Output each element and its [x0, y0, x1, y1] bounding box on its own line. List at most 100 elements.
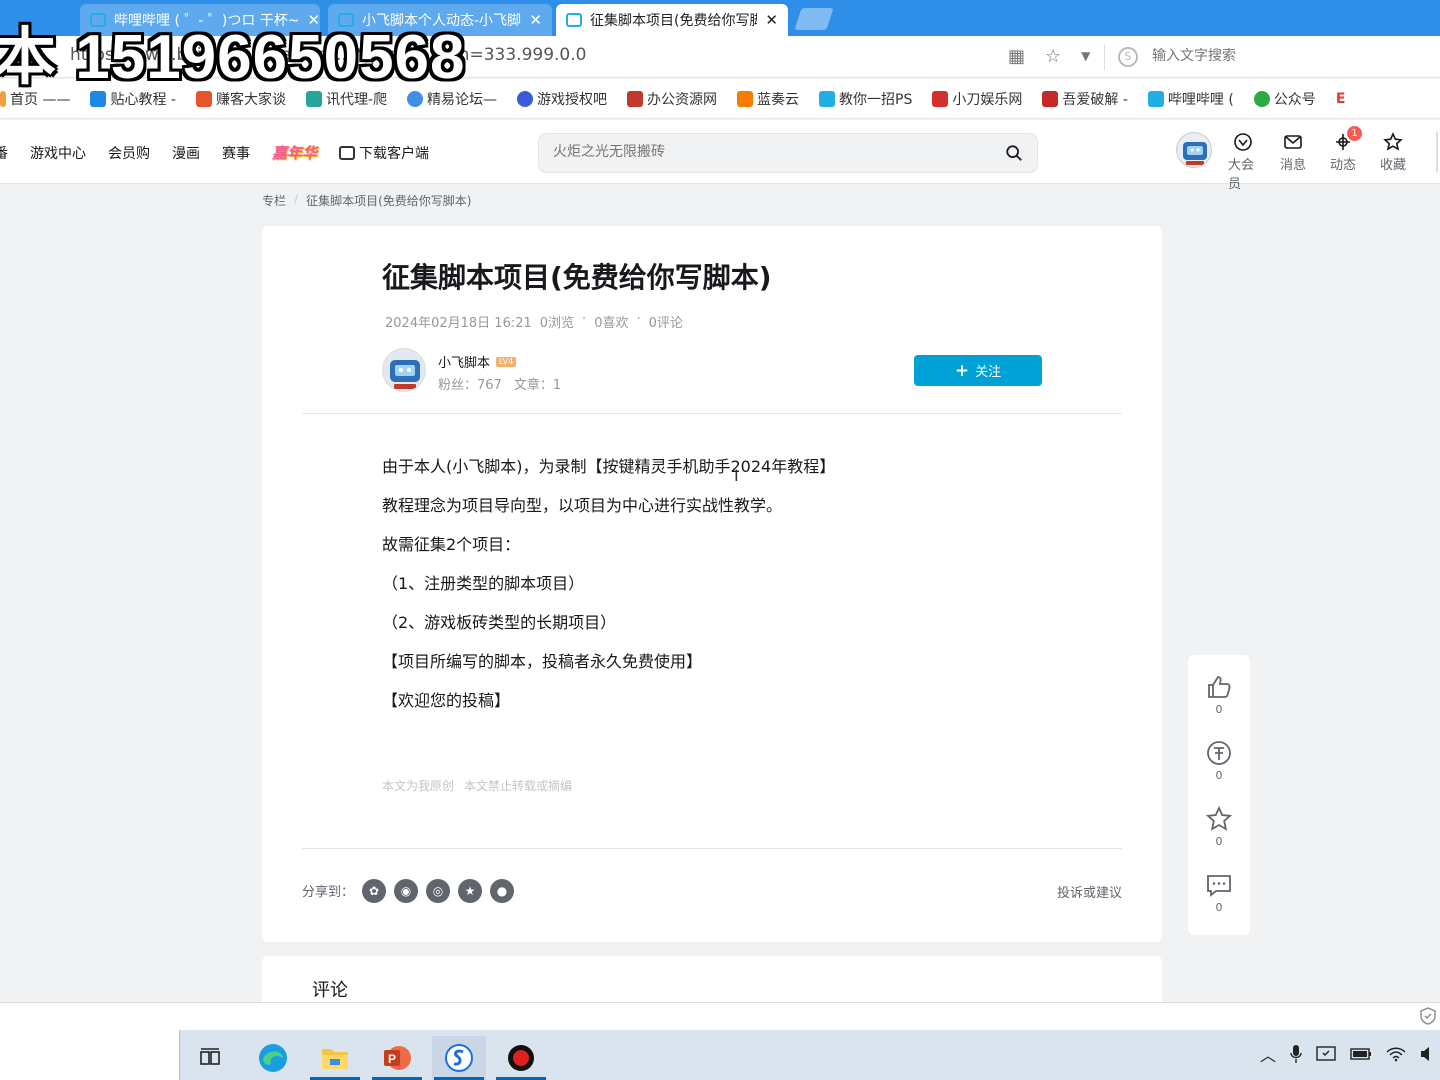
record-icon — [508, 1045, 534, 1071]
page-title: 征集脚本项目(免费给你写脚本) — [382, 261, 772, 294]
comment-icon — [1207, 875, 1231, 897]
comments-title: 评论 — [312, 980, 348, 1001]
share-dynamic-icon[interactable]: ✿ — [362, 879, 386, 903]
bookmark-icon — [932, 90, 949, 107]
security-icon[interactable] — [1316, 1045, 1336, 1063]
browser-tab-article[interactable]: 征集脚本项目(免费给你写脚本) ✕ — [556, 4, 788, 36]
taskbar-search-box[interactable] — [0, 1030, 180, 1080]
favorite-icon — [1383, 132, 1403, 151]
close-icon[interactable]: ✕ — [521, 11, 542, 29]
divider — [302, 413, 1122, 414]
author-info: 小飞脚本 LV4 — [438, 352, 517, 371]
taskbar-edge[interactable] — [246, 1036, 300, 1080]
sogou-search-icon: S — [1118, 47, 1138, 67]
share-weibo-icon[interactable]: ◉ — [394, 879, 418, 903]
share-buttons: ✿ ◉ ◎ ★ ● — [362, 879, 514, 903]
article-meta: 2024年02月18日 16:21 0浏览 · 0喜欢 · 0评论 — [385, 312, 683, 331]
site-search-input[interactable] — [553, 144, 973, 160]
bookmark-item[interactable]: 办公资源网 — [627, 89, 717, 109]
view-count: 0浏览 — [539, 316, 575, 331]
bookmark-icon — [819, 90, 836, 107]
shield-icon[interactable] — [1420, 1007, 1436, 1025]
volume-icon[interactable] — [1420, 1046, 1434, 1062]
share-qq-icon[interactable]: ● — [490, 879, 514, 903]
powerpoint-icon: P — [384, 1046, 411, 1070]
phone-watermark: 本 15196650568 — [0, 23, 466, 92]
paragraph: （2、游戏板砖类型的长期项目） — [382, 613, 617, 632]
nav-item-game-center[interactable]: 游戏中心 — [30, 143, 86, 163]
coin-icon — [1207, 741, 1231, 765]
comment-button[interactable]: 0 — [1188, 871, 1250, 914]
robot-avatar-icon — [390, 360, 420, 389]
battery-icon[interactable] — [1350, 1047, 1372, 1061]
download-client-link[interactable]: 下载客户端 — [339, 143, 429, 163]
folder-icon — [322, 1049, 348, 1069]
side-action-panel: 0 0 0 0 — [1188, 655, 1250, 935]
qr-code-icon[interactable]: ▦ — [1008, 46, 1025, 67]
chevron-up-icon[interactable]: ︿ — [1260, 1042, 1276, 1066]
search-icon[interactable] — [1005, 144, 1023, 162]
header-messages[interactable]: 消息 — [1278, 132, 1308, 192]
bookmark-item[interactable]: 公众号 — [1253, 89, 1316, 109]
taskbar-powerpoint[interactable]: P — [370, 1036, 424, 1080]
paragraph: 【项目所编写的脚本，投稿者永久免费使用】 — [382, 652, 703, 671]
bookmark-item[interactable]: E — [1336, 91, 1346, 107]
follow-button[interactable]: + 关注 — [914, 355, 1042, 386]
share-qzone-icon[interactable]: ★ — [458, 879, 482, 903]
share-wechat-icon[interactable]: ◎ — [426, 879, 450, 903]
browser-search-input[interactable] — [1152, 48, 1402, 64]
top-nav: 番 游戏中心 会员购 漫画 赛事 嘉年华 下载客户端 — [0, 142, 429, 163]
wifi-icon[interactable] — [1386, 1046, 1406, 1062]
article-body: 由于本人(小飞脚本)，为录制【按键精灵手机助手2024年教程】 教程理念为项目导… — [382, 456, 835, 729]
bookmark-item[interactable]: 蓝奏云 — [737, 89, 799, 109]
bookmark-item[interactable]: 吾爱破解 - — [1042, 89, 1128, 109]
header-vip[interactable]: 大会员 — [1228, 132, 1258, 192]
bookmark-item[interactable]: 哔哩哔哩 ( — [1147, 89, 1234, 109]
taskbar-sogou[interactable] — [432, 1036, 486, 1080]
bilibili-tab-icon — [566, 13, 582, 27]
nav-item-mall[interactable]: 会员购 — [108, 143, 150, 163]
bookmark-item[interactable]: 游戏授权吧 — [517, 89, 607, 109]
coin-button[interactable]: 0 — [1188, 739, 1250, 782]
vip-icon — [1234, 133, 1252, 151]
taskbar-file-explorer[interactable] — [308, 1036, 362, 1080]
bookmark-item[interactable]: 小刀娱乐网 — [932, 89, 1022, 109]
avatar[interactable] — [1176, 132, 1212, 168]
close-icon[interactable]: ✕ — [757, 11, 778, 29]
star-icon[interactable]: ☆ — [1045, 46, 1061, 67]
favorite-button[interactable]: 0 — [1188, 805, 1250, 848]
microphone-icon[interactable] — [1290, 1044, 1302, 1064]
copyright-notes: 本文为我原创 本文禁止转载或摘编 — [382, 777, 572, 794]
text-cursor-icon: I — [734, 466, 739, 485]
report-link[interactable]: 投诉或建议 — [1057, 882, 1122, 901]
header-favorites[interactable]: 收藏 — [1378, 132, 1408, 192]
paragraph: 【欢迎您的投稿】 — [382, 691, 511, 710]
new-tab-button[interactable] — [794, 8, 834, 30]
post-count: 文章：1 — [513, 378, 562, 393]
share-label: 分享到： — [302, 885, 355, 900]
chevron-down-icon[interactable]: ▼ — [1081, 49, 1090, 67]
nav-item-manga[interactable]: 漫画 — [172, 143, 200, 163]
edge-icon — [259, 1044, 287, 1072]
download-icon — [339, 145, 356, 160]
author-name[interactable]: 小飞脚本 — [438, 352, 490, 371]
breadcrumb-separator: / — [294, 192, 299, 206]
header-dynamic[interactable]: 动态 1 — [1328, 126, 1362, 192]
author-stats: 粉丝：767 文章：1 — [438, 374, 561, 393]
comment-count: 0评论 — [648, 316, 683, 331]
article-card: 征集脚本项目(免费给你写脚本) 2024年02月18日 16:21 0浏览 · … — [262, 226, 1162, 942]
divider — [1104, 44, 1105, 70]
nav-item-esports[interactable]: 赛事 — [222, 143, 250, 163]
bookmark-icon — [1042, 90, 1059, 107]
breadcrumb-root[interactable]: 专栏 — [262, 192, 286, 209]
like-button[interactable]: 0 — [1188, 673, 1250, 716]
author-avatar[interactable] — [382, 348, 426, 392]
site-header: 番 游戏中心 会员购 漫画 赛事 嘉年华 下载客户端 大会员 消息 动态 1 — [0, 120, 1440, 192]
nav-item-live[interactable]: 番 — [0, 143, 8, 163]
nav-item-carnival[interactable]: 嘉年华 — [272, 142, 317, 163]
bookmark-item[interactable]: 教你一招PS — [819, 89, 912, 109]
original-note: 本文为我原创 — [382, 779, 455, 793]
task-view-button[interactable] — [184, 1036, 238, 1080]
notification-badge: 1 — [1347, 126, 1362, 141]
taskbar-screen-recorder[interactable] — [494, 1036, 548, 1080]
